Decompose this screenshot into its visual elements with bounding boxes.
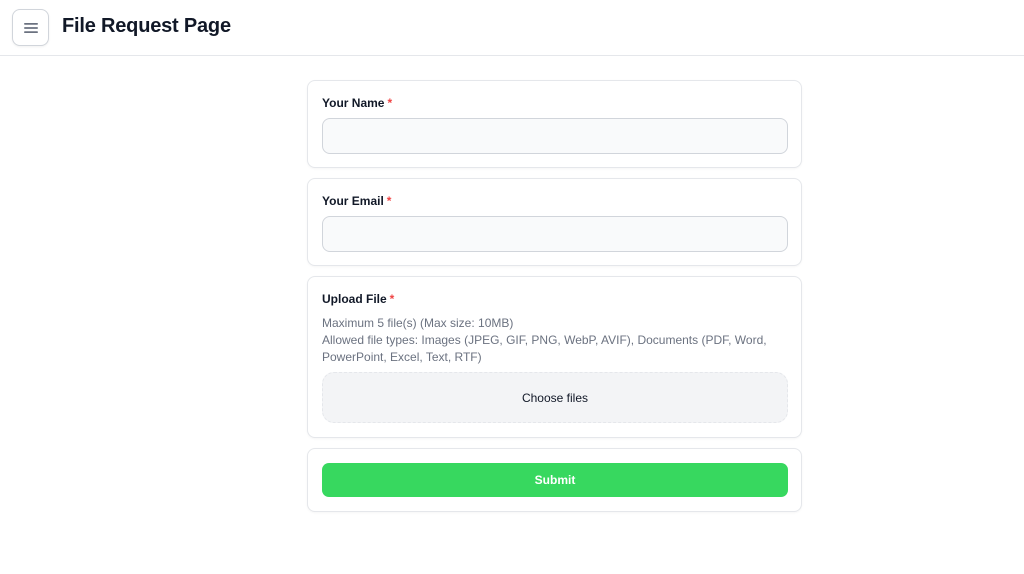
upload-types-text: Allowed file types: Images (JPEG, GIF, P… bbox=[322, 333, 767, 364]
email-field-card: Your Email * bbox=[307, 178, 802, 266]
name-label-text: Your Name bbox=[322, 96, 385, 110]
upload-label: Upload File * bbox=[322, 292, 394, 306]
email-input[interactable] bbox=[322, 216, 788, 252]
email-label-text: Your Email bbox=[322, 194, 384, 208]
required-asterisk: * bbox=[387, 96, 393, 110]
upload-limit-text: Maximum 5 file(s) (Max size: 10MB) bbox=[322, 316, 514, 330]
required-asterisk: * bbox=[389, 292, 395, 306]
name-field-card: Your Name * bbox=[307, 80, 802, 168]
submit-button[interactable]: Submit bbox=[322, 463, 788, 497]
email-label: Your Email * bbox=[322, 194, 391, 208]
hamburger-menu-icon bbox=[23, 22, 38, 33]
name-label: Your Name * bbox=[322, 96, 392, 110]
submit-card: Submit bbox=[307, 448, 802, 512]
required-asterisk: * bbox=[386, 194, 392, 208]
upload-label-text: Upload File bbox=[322, 292, 387, 306]
choose-files-dropzone[interactable]: Choose files bbox=[322, 372, 788, 423]
app-header: File Request Page bbox=[0, 0, 1024, 56]
upload-help-text: Maximum 5 file(s) (Max size: 10MB) Allow… bbox=[322, 315, 788, 366]
upload-field-card: Upload File * Maximum 5 file(s) (Max size… bbox=[307, 276, 802, 438]
menu-button[interactable] bbox=[12, 9, 49, 46]
page-title: File Request Page bbox=[62, 15, 231, 37]
name-input[interactable] bbox=[322, 118, 788, 154]
